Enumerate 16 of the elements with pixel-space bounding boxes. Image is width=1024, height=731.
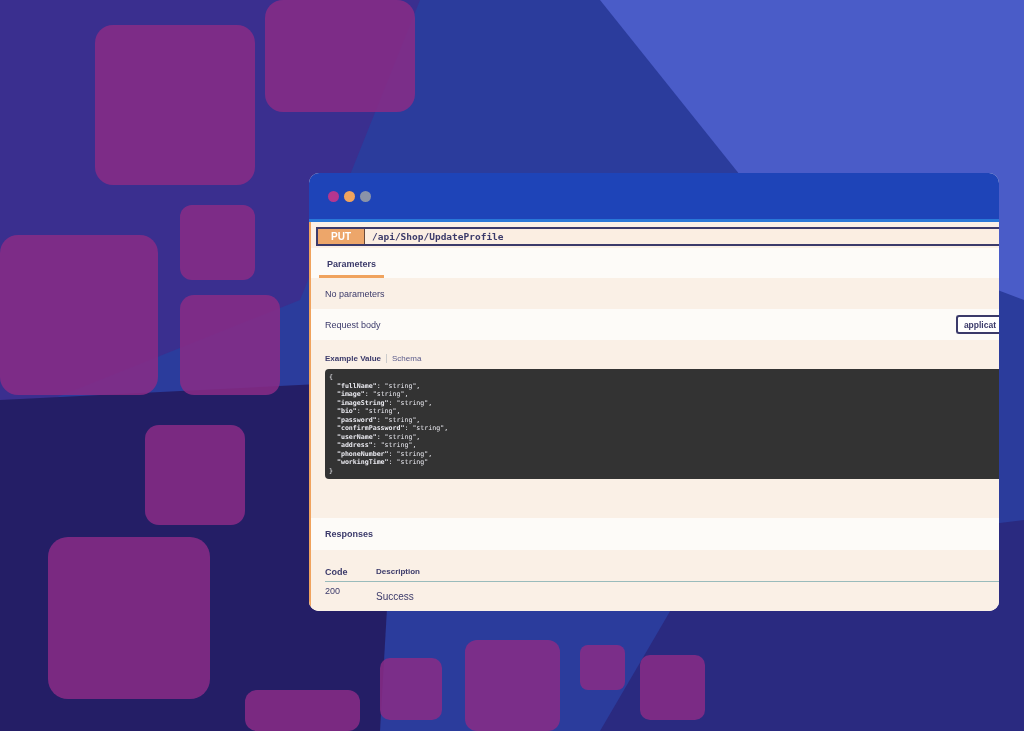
window-control-dot[interactable] [360, 190, 371, 202]
window-control-dot[interactable] [328, 190, 339, 202]
column-header: Code [325, 566, 349, 577]
response-code: 200 [325, 586, 342, 598]
example-tab[interactable]: Example Value [325, 354, 382, 363]
window-control-dot[interactable] [344, 190, 355, 202]
operation-bar[interactable]: PUT /api/Shop/UpdateProfile [316, 227, 999, 246]
response-description: Success [376, 591, 414, 602]
section-title: Responses [325, 529, 374, 539]
content-type-select[interactable]: applicat [955, 315, 999, 334]
endpoint-path: /api/Shop/UpdateProfile [372, 231, 504, 242]
column-header: Description [376, 567, 420, 576]
section-label: Request body [325, 319, 381, 330]
example-tab[interactable]: Schema [392, 354, 422, 363]
empty-message: No parameters [325, 288, 385, 299]
method-badge: PUT [318, 229, 365, 244]
